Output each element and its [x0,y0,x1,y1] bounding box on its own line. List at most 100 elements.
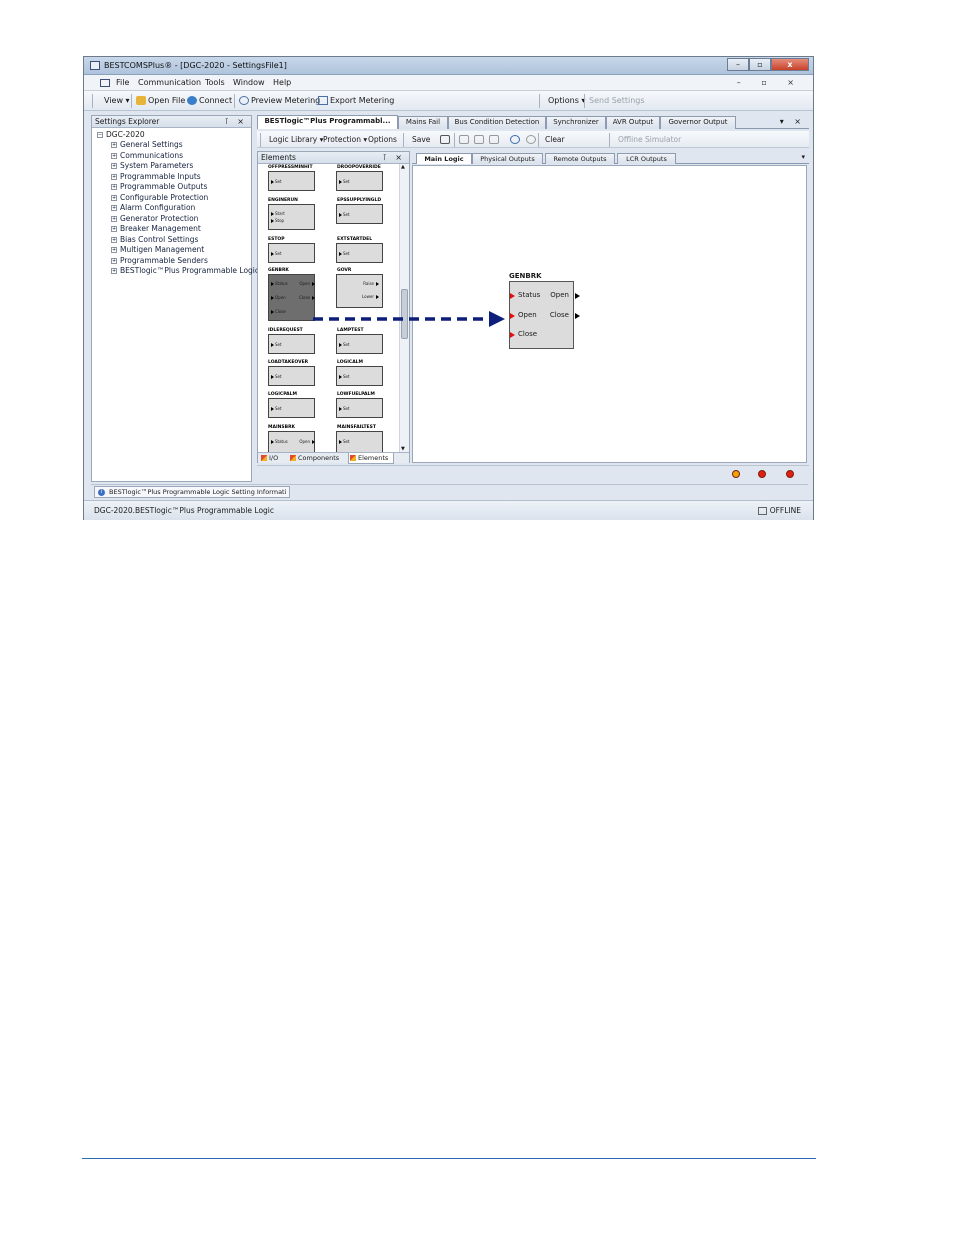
element-title: ESTOP [268,237,285,242]
open-file-button[interactable]: Open File [148,96,185,105]
protection-dropdown[interactable]: Protection ▾ [323,135,367,144]
tree-item-communications[interactable]: + Communications [111,151,183,160]
menu-tools[interactable]: Tools [205,78,225,87]
preview-metering-button[interactable]: Preview Metering [251,96,320,105]
expand-icon[interactable]: + [111,173,117,180]
print-icon[interactable] [440,135,450,144]
logic-library-dropdown[interactable]: Logic Library ▾ [269,135,323,144]
menu-window[interactable]: Window [233,78,265,87]
expand-icon[interactable]: + [111,205,117,211]
minimize-button[interactable]: – [727,58,749,71]
tab-governor-output[interactable]: Governor Output [660,116,736,129]
tab-lcr-outputs[interactable]: LCR Outputs [617,153,676,164]
options-dropdown[interactable]: Options ▾ [548,96,585,105]
connect-button[interactable]: Connect [199,96,232,105]
tree-item-breaker-management[interactable]: + Breaker Management [111,224,201,233]
clear-button[interactable]: Clear [545,135,565,144]
expand-icon[interactable]: + [111,236,117,243]
redo-icon[interactable] [526,135,536,144]
toolbar-separator [403,133,404,147]
tree-item-generator-protection[interactable]: + Generator Protection [111,214,198,223]
element-loadtakeover[interactable]: Set [268,366,315,386]
tree-item-programmable-outputs[interactable]: + Programmable Outputs [111,182,207,191]
tree-item-bias-control-settings[interactable]: + Bias Control Settings [111,235,198,244]
element-logicalm[interactable]: Set [336,366,383,386]
tree-root[interactable]: − DGC-2020 [97,130,145,139]
tab-synchronizer[interactable]: Synchronizer [546,116,606,129]
options-button[interactable]: Options [368,135,397,144]
pin-close-icon[interactable]: ⊺ × [225,116,247,127]
logic-canvas[interactable]: GENBRK Status Open Close Open Close [412,165,807,463]
tree-item-alarm-configuration[interactable]: + Alarm Configuration [111,203,195,212]
tab-main-logic[interactable]: Main Logic [416,153,472,164]
expand-icon[interactable]: + [111,257,117,264]
tab-io[interactable]: I/O [260,453,288,464]
expand-icon[interactable]: + [111,194,117,201]
tree-item-system-parameters[interactable]: + System Parameters [111,161,193,170]
cut-icon[interactable] [459,135,469,144]
scroll-thumb[interactable] [401,289,408,339]
expand-icon[interactable]: + [111,268,117,274]
export-metering-button[interactable]: Export Metering [330,96,394,105]
expand-icon[interactable]: + [111,184,117,190]
offline-simulator-button[interactable]: Offline Simulator [618,135,681,144]
element-epssupplyingld[interactable]: Set [336,204,383,224]
tree-item-general-settings[interactable]: + General Settings [111,140,183,149]
expand-icon[interactable]: + [111,163,117,169]
pin-close-icon[interactable]: ⊺ × [383,152,405,163]
element-lamptest[interactable]: Set [336,334,383,354]
expand-icon[interactable]: + [111,226,117,232]
element-lowfuelpalm[interactable]: Set [336,398,383,418]
element-title: LOGICPALM [268,392,297,397]
expand-icon[interactable]: + [111,142,117,148]
tab-components[interactable]: Components [289,453,347,464]
expand-icon[interactable]: + [111,152,117,159]
element-extstartdel[interactable]: Set [336,243,383,263]
tab-elements[interactable]: Elements [348,453,394,464]
elements-scrollbar[interactable]: ▲ ▼ [399,164,409,452]
tree-item-programmable-inputs[interactable]: + Programmable Inputs [111,172,201,181]
tab-physical-outputs[interactable]: Physical Outputs [472,153,543,164]
element-mainsfailtest[interactable]: Set [336,431,383,452]
info-tab[interactable]: i BESTlogic™Plus Programmable Logic Sett… [94,486,290,498]
maximize-button[interactable]: ▫ [749,58,771,71]
toolbar-separator [92,94,93,108]
canvas-genbrk-block[interactable]: Status Open Close Open Close [509,281,580,349]
tree-item-configurable-protection[interactable]: + Configurable Protection [111,193,208,202]
tab-bestlogic-plus[interactable]: BESTlogic™Plus Programmabl... [257,115,398,129]
menu-help[interactable]: Help [273,78,291,87]
tab-remote-outputs[interactable]: Remote Outputs [545,153,615,164]
element-droopoverride[interactable]: Set [336,171,383,191]
tab-mains-fail[interactable]: Mains Fail [398,116,448,129]
send-settings-button[interactable]: Send Settings [589,96,645,105]
close-button[interactable]: x [771,58,809,71]
scroll-up-icon[interactable]: ▲ [401,164,405,170]
expand-icon[interactable]: + [111,247,117,253]
tab-bus-condition-detection[interactable]: Bus Condition Detection [448,116,546,129]
element-logicpalm[interactable]: Set [268,398,315,418]
element-idlerequest[interactable]: Set [268,334,315,354]
element-offpressminhit[interactable]: Set [268,171,315,191]
view-dropdown[interactable]: View ▾ [104,96,130,105]
mdi-controls[interactable]: – ▫ × [737,78,803,87]
tab-list-close-controls[interactable]: ▾ × [780,117,805,126]
copy-icon[interactable] [474,135,484,144]
element-estop[interactable]: Set [268,243,315,263]
menu-file[interactable]: File [116,78,129,87]
collapse-icon[interactable]: − [97,132,103,138]
chevron-down-icon[interactable]: ▾ [801,153,805,161]
element-enginerun[interactable]: Start Stop [268,204,315,230]
paste-icon[interactable] [489,135,499,144]
toolbar-separator [539,94,540,108]
expand-icon[interactable]: + [111,215,117,222]
element-genbrk[interactable]: Status Open Close Open Close [268,274,315,321]
tab-avr-output[interactable]: AVR Output [606,116,660,129]
menu-communication[interactable]: Communication [138,78,201,87]
tree-item-multigen-management[interactable]: + Multigen Management [111,245,204,254]
element-mainsbrk[interactable]: Status Open [268,431,315,452]
tree-item-bestlogic-plus[interactable]: + BESTlogic™Plus Programmable Logic [111,266,259,275]
undo-icon[interactable] [510,135,520,144]
tree-item-programmable-senders[interactable]: + Programmable Senders [111,256,208,265]
save-button[interactable]: Save [412,135,430,144]
element-govr[interactable]: Raise Lower [336,274,383,308]
